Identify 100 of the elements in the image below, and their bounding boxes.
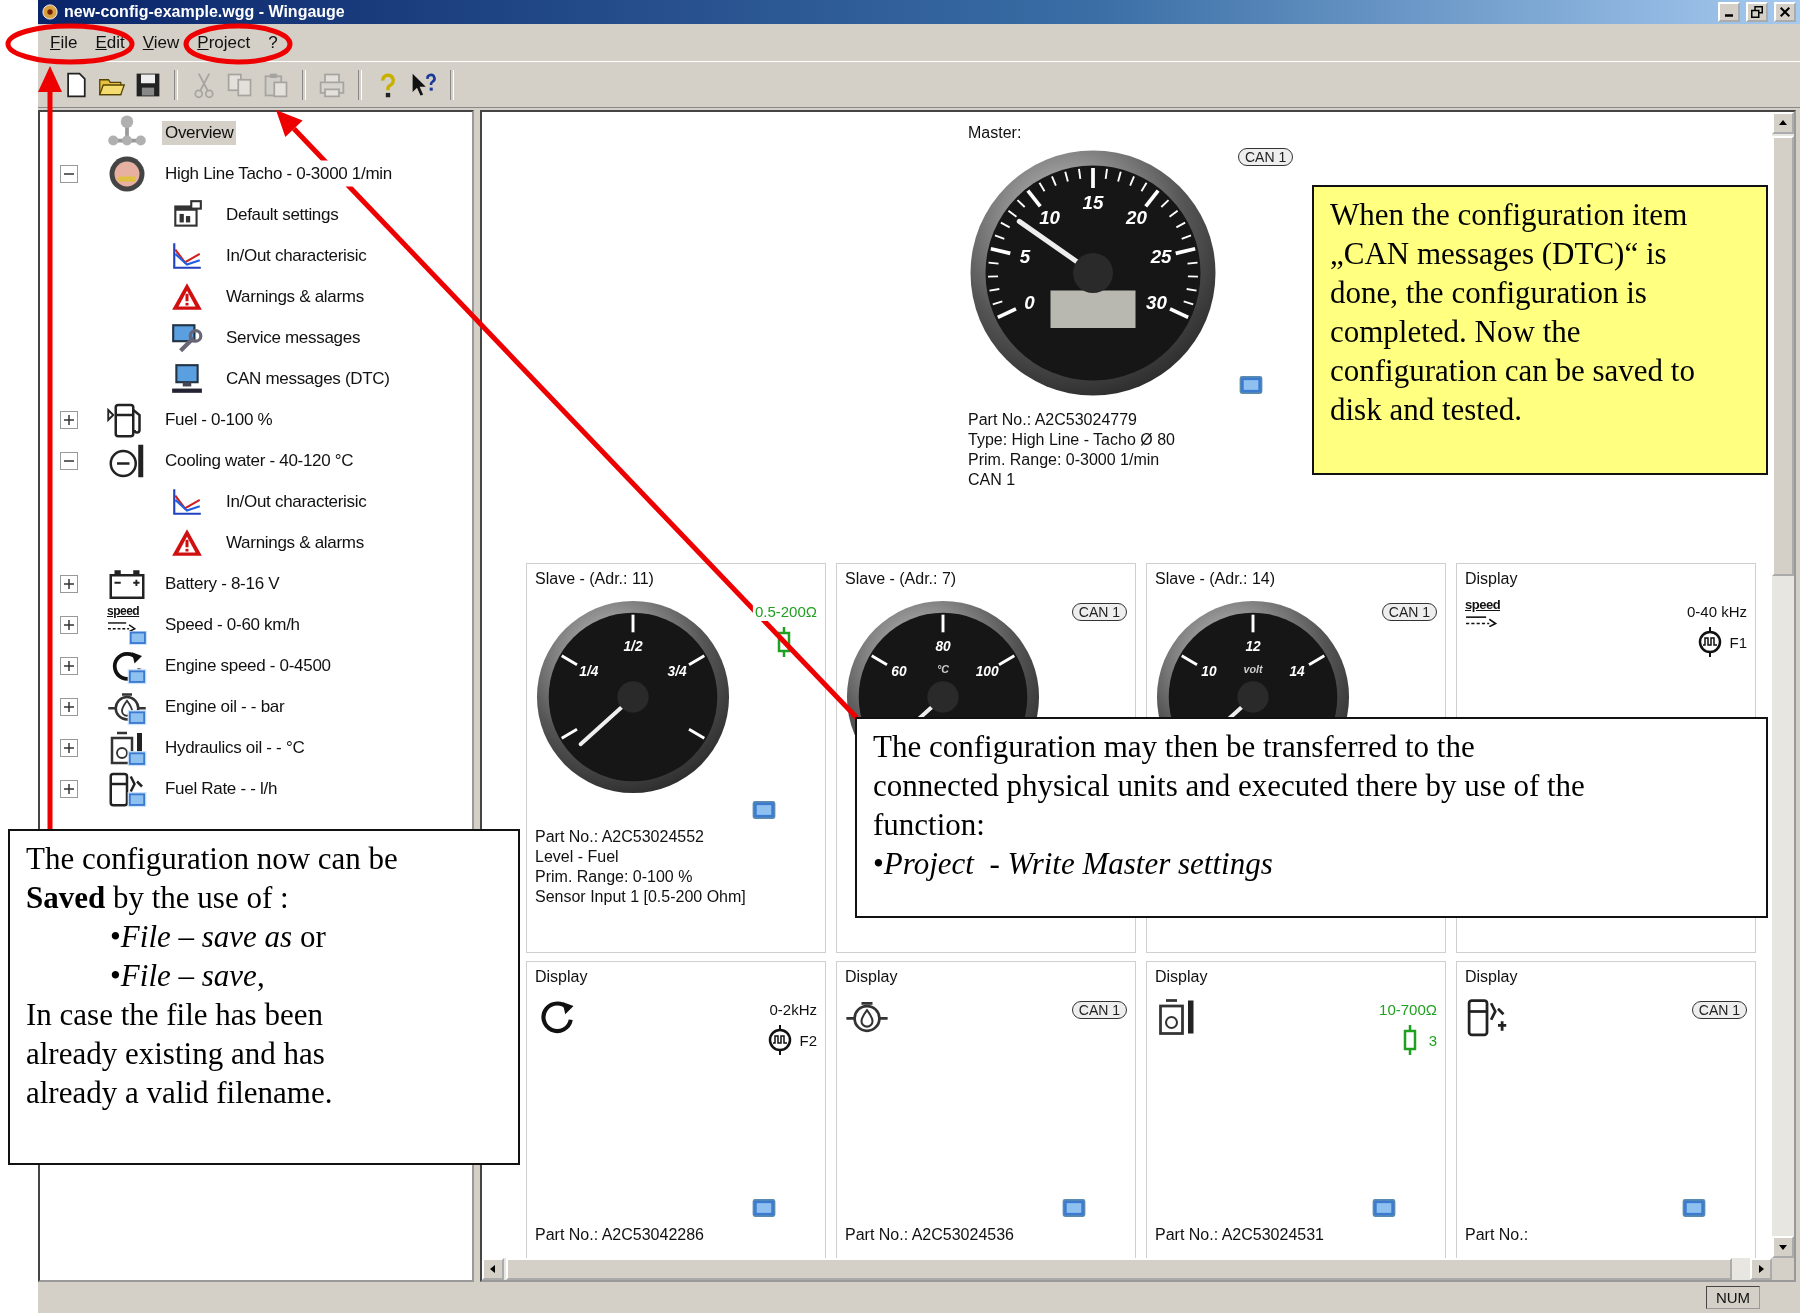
callout-text: •File – save as or [109, 918, 327, 956]
callout-text: already existing and has [26, 1035, 326, 1073]
dial-unit: volt [1243, 663, 1263, 676]
expand-toggle[interactable] [60, 410, 78, 429]
tree-item[interactable]: In/Out characterisic [223, 489, 370, 514]
menu-item[interactable]: File [42, 30, 86, 55]
dial-label: 100 [975, 664, 999, 680]
maximize-button[interactable] [1746, 2, 1768, 22]
card-title: Display [1155, 967, 1209, 987]
dial-label: 20 [1126, 207, 1147, 229]
card-title: Display [845, 967, 899, 987]
card-title: Display [535, 967, 589, 987]
can-badge: CAN 1 [1381, 603, 1437, 621]
expand-toggle[interactable] [60, 738, 78, 757]
tree-item[interactable]: Engine speed - 0-4500 [162, 653, 334, 678]
dashed-arrow-icon [1465, 614, 1497, 628]
device-info: Part No.: A2C53024536 [845, 1225, 1015, 1245]
device-info: Part No.: A2C53042286 [535, 1225, 705, 1245]
input-label: F1 [1729, 633, 1747, 651]
card-title: Slave - (Adr.: 14) [1155, 569, 1277, 589]
menu-item[interactable]: View [134, 30, 188, 55]
callout-text: already a valid filename. [26, 1074, 334, 1112]
tree-item[interactable]: Default settings [223, 202, 342, 227]
tree-item[interactable]: Cooling water - 40-120 °C [162, 448, 357, 473]
callout-text: Saved by the use of : [26, 879, 290, 917]
menu-item[interactable]: ? [260, 30, 286, 55]
tree-item[interactable]: Warnings & alarms [223, 530, 367, 555]
expand-toggle[interactable] [60, 574, 78, 593]
tree-item[interactable]: Battery - 8-16 V [162, 571, 283, 596]
expand-toggle[interactable] [60, 697, 78, 716]
card-title: Display [1465, 569, 1519, 589]
device-info: Part No.: [1465, 1225, 1530, 1245]
restore-icon [1751, 6, 1763, 18]
tree-item[interactable]: In/Out characterisic [223, 243, 370, 268]
expand-toggle[interactable] [60, 164, 78, 183]
input-label: 3 [1428, 1031, 1437, 1049]
card-title: Slave - (Adr.: 7) [845, 569, 958, 589]
scroll-right-button[interactable] [1750, 1258, 1772, 1280]
left-arrow-icon [488, 1264, 498, 1274]
device-info: Level - Fuel [535, 847, 620, 867]
callout-text: •File – save, [109, 957, 266, 995]
tree-item[interactable]: High Line Tacho - 0-3000 1/min [162, 161, 395, 186]
horizontal-scrollbar[interactable] [482, 1258, 1772, 1280]
range-label: 10-700Ω [1379, 1001, 1437, 1018]
menu-item[interactable]: Project [189, 30, 259, 55]
dial-label: 12 [1245, 638, 1261, 654]
callout-text: The configuration now can be [26, 840, 399, 878]
callout-text: disk and tested. [1330, 391, 1523, 429]
can-badge: CAN 1 [1071, 1001, 1127, 1019]
tree-item[interactable]: Speed - 0-60 km/h [162, 612, 303, 637]
dial-label: 3/4 [667, 664, 687, 680]
scrollbar-corner [1772, 1258, 1794, 1280]
dial-label: 15 [1082, 192, 1104, 214]
tree-item[interactable]: CAN messages (DTC) [223, 366, 393, 391]
device-info: Sensor Input 1 [0.5-200 Ohm] [535, 887, 747, 907]
expand-toggle[interactable] [60, 615, 78, 634]
close-button[interactable] [1774, 2, 1796, 22]
dial-label: 1/2 [623, 638, 643, 654]
tree-item[interactable]: Fuel - 0-100 % [162, 407, 276, 432]
down-arrow-icon [1778, 1242, 1788, 1252]
expand-toggle[interactable] [60, 779, 78, 798]
tree-item[interactable]: Service messages [223, 325, 364, 350]
callout-text: „CAN messages (DTC)“ is [1330, 235, 1668, 273]
dial-label: 60 [891, 664, 907, 680]
dial-label: 10 [1201, 664, 1217, 680]
vertical-scrollbar[interactable] [1772, 112, 1794, 1258]
dial-unit: °C [936, 663, 950, 676]
up-arrow-icon [1778, 118, 1788, 128]
tree-item[interactable]: Hydraulics oil - - °C [162, 735, 308, 760]
dial-label: 80 [935, 638, 951, 654]
scroll-up-button[interactable] [1772, 112, 1794, 134]
callout-text: The configuration may then be transferred to the [873, 728, 1476, 766]
minimize-button[interactable] [1718, 2, 1740, 22]
card-title: Display [1465, 967, 1519, 987]
callout-text: function: [873, 806, 986, 844]
menu-item[interactable]: Edit [87, 30, 133, 55]
device-info: CAN 1 [968, 470, 1017, 490]
can-badge: CAN 1 [1691, 1001, 1747, 1019]
tree-item[interactable]: Fuel Rate - - l/h [162, 776, 281, 801]
expand-toggle[interactable] [60, 656, 78, 675]
tree-item[interactable]: Overview [162, 120, 237, 145]
callout-text: done, the configuration is [1330, 274, 1648, 312]
expand-toggle[interactable] [60, 451, 78, 470]
tree-item[interactable]: Engine oil - - bar [162, 694, 288, 719]
scroll-left-button[interactable] [482, 1258, 504, 1280]
window-title: new-config-example.wgg - Wingauge [64, 3, 345, 21]
input-label: F2 [799, 1031, 817, 1049]
icon-label: speed [107, 605, 140, 618]
tree-item[interactable]: Warnings & alarms [223, 284, 367, 309]
callout-text: completed. Now the [1330, 313, 1582, 351]
dial-label: 10 [1039, 207, 1060, 229]
minimize-icon [1725, 14, 1733, 17]
dial-label: 25 [1150, 246, 1172, 268]
callout-text: configuration can be saved to [1330, 352, 1696, 390]
right-arrow-icon [1756, 1264, 1766, 1274]
scroll-down-button[interactable] [1772, 1236, 1794, 1258]
dial-label: 0 [1024, 291, 1035, 313]
device-info: Part No.: A2C53024779 [968, 410, 1138, 430]
card-title: Slave - (Adr.: 11) [535, 569, 655, 589]
status-indicator: NUM [1706, 1286, 1760, 1309]
